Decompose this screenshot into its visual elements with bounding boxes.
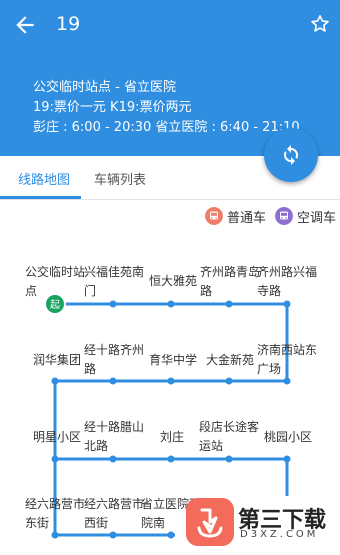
stop-label[interactable]: 刘庄: [160, 428, 200, 447]
stop-dot[interactable]: [167, 377, 175, 385]
refresh-button[interactable]: [264, 128, 318, 182]
stop-dot[interactable]: [109, 455, 117, 463]
stop-label[interactable]: 公交临时站点: [25, 263, 87, 301]
refresh-icon: [284, 145, 298, 165]
watermark-subtitle: D3XZ.COM: [240, 529, 319, 540]
stop-label[interactable]: 兴福佳苑南门: [84, 263, 146, 301]
stop-dot[interactable]: [283, 455, 291, 463]
stop-label[interactable]: 桃园小区: [264, 428, 326, 447]
watermark: 第三下载 D3XZ.COM: [186, 498, 336, 548]
stop-dot[interactable]: [283, 300, 291, 308]
stop-label[interactable]: 济南西站东广场: [257, 341, 319, 379]
stop-label[interactable]: 经十路腊山北路: [84, 418, 146, 456]
stop-dot[interactable]: [109, 300, 117, 308]
stop-dot[interactable]: [167, 455, 175, 463]
stop-dot[interactable]: [167, 300, 175, 308]
download-logo-icon: [186, 498, 234, 546]
stop-label[interactable]: 齐州路兴福寺路: [257, 263, 319, 301]
stop-dot[interactable]: [225, 455, 233, 463]
stop-label[interactable]: 段店长途客运站: [199, 418, 261, 456]
stop-dot[interactable]: [51, 377, 59, 385]
stop-dot[interactable]: [225, 377, 233, 385]
stop-dot[interactable]: [51, 455, 59, 463]
stop-label[interactable]: 经十路齐州路: [84, 341, 146, 379]
stop-dot[interactable]: [225, 300, 233, 308]
stop-label[interactable]: 育华中学: [149, 351, 209, 370]
stop-label[interactable]: 经六路营市西街: [84, 495, 146, 533]
stop-label[interactable]: 经六路营市东街: [25, 495, 87, 533]
stop-label[interactable]: 齐州路青岛路: [200, 263, 262, 301]
